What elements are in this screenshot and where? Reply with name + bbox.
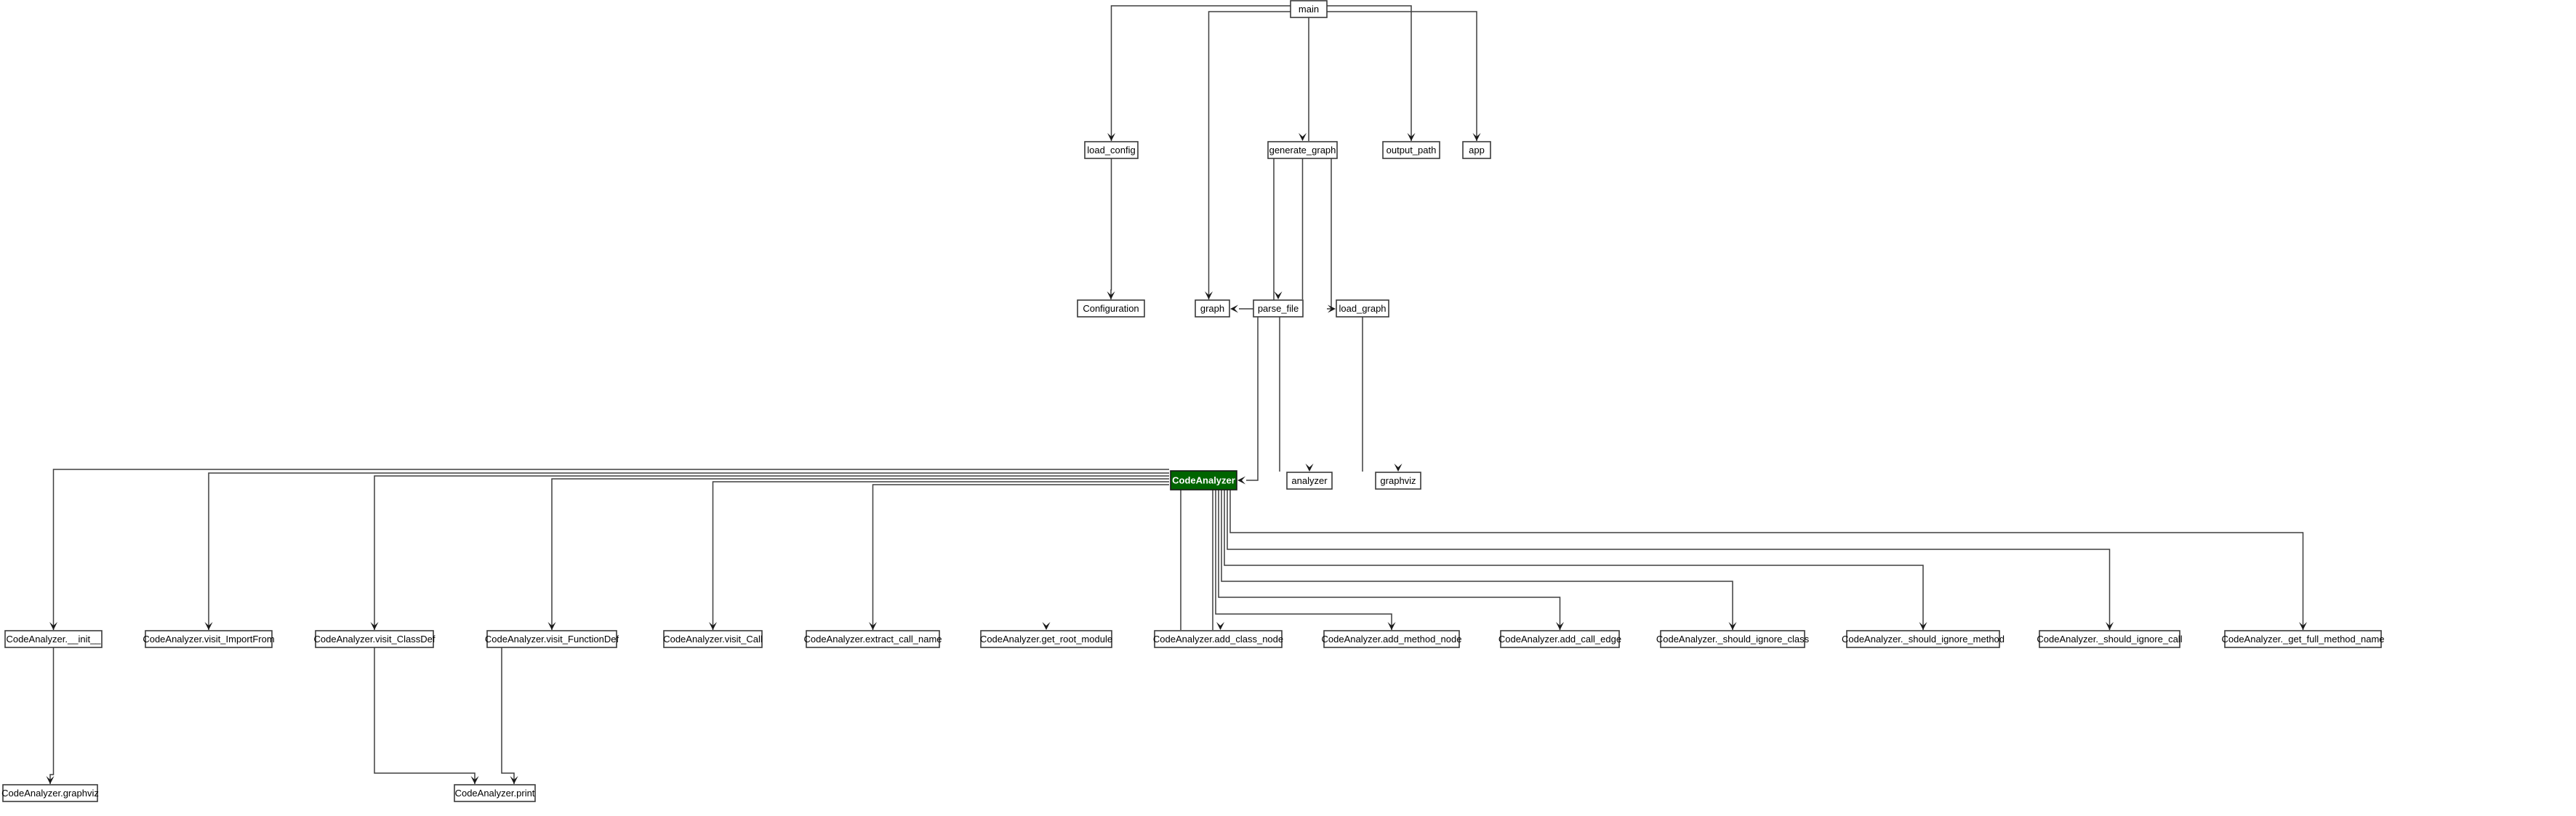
node-CodeAnalyzer[interactable]: CodeAnalyzer (1170, 470, 1237, 490)
graph-canvas: main load_config generate_graph output_path… (1, 0, 2385, 802)
edge-load_config-Configuration (1110, 158, 1112, 299)
node-visit_ClassDef[interactable]: CodeAnalyzer.visit_ClassDef (314, 630, 436, 648)
node-visit_Call[interactable]: CodeAnalyzer.visit_Call (663, 630, 763, 648)
node-box-app[interactable] (1462, 141, 1491, 159)
edge-CodeAnalyzer-visit_ImportFrom (208, 472, 1169, 630)
nodes-layer: main load_config generate_graph output_path… (1, 0, 2385, 802)
edge-visit_ClassDef-print (374, 647, 476, 784)
node-box-analyzer[interactable] (1286, 472, 1333, 490)
node-add_method_node[interactable]: CodeAnalyzer.add_method_node (1322, 630, 1462, 648)
edge-CodeAnalyzer-should_ignore_method (1224, 490, 1924, 630)
node-box-should_ignore_method[interactable] (1846, 630, 2000, 648)
node-box-output_path[interactable] (1382, 141, 1440, 159)
node-box-load_graph[interactable] (1336, 299, 1389, 318)
call-graph-diagram: main load_config generate_graph output_path… (0, 0, 2576, 816)
node-visit_FunctionDef[interactable]: CodeAnalyzer.visit_FunctionDef (485, 630, 619, 648)
node-extract_call_name[interactable]: CodeAnalyzer.extract_call_name (803, 630, 942, 648)
node-box-get_root_module[interactable] (980, 630, 1112, 648)
edge-CodeAnalyzer-extract_call_name (872, 484, 1169, 630)
node-graphviz[interactable]: graphviz (1375, 472, 1421, 490)
node-analyzer[interactable]: analyzer (1286, 472, 1333, 490)
node-box-parse_file[interactable] (1253, 299, 1304, 318)
node-app[interactable]: app (1462, 141, 1491, 159)
node-box-add_call_edge[interactable] (1500, 630, 1620, 648)
node-box-graphviz[interactable] (1375, 472, 1421, 490)
node-box-Configuration[interactable] (1077, 299, 1145, 318)
node-box-graph[interactable] (1195, 299, 1230, 318)
edge-CodeAnalyzer-should_ignore_class (1221, 490, 1733, 630)
edges-layer (46, 5, 2307, 784)
node-box-init[interactable] (4, 630, 103, 648)
edge-parse_file-CodeAnalyzer (1246, 317, 1259, 481)
node-get_root_module[interactable]: CodeAnalyzer.get_root_module (980, 630, 1112, 648)
edge-CodeAnalyzer-add_call_edge (1218, 490, 1561, 630)
node-box-print_method[interactable] (454, 784, 536, 802)
node-load_config[interactable]: load_config (1084, 141, 1139, 159)
node-box-visit_ClassDef[interactable] (315, 630, 434, 648)
node-box-main[interactable] (1290, 0, 1328, 18)
node-graph[interactable]: graph (1195, 299, 1230, 318)
node-parse_file[interactable]: parse_file (1253, 299, 1304, 318)
node-box-graphviz_method[interactable] (2, 784, 98, 802)
arrow-graphviz (1394, 464, 1403, 472)
node-box-load_config[interactable] (1084, 141, 1139, 159)
edge-CodeAnalyzer-visit_FunctionDef (551, 478, 1169, 630)
arrow-analyzer (1305, 464, 1314, 472)
node-box-generate_graph[interactable] (1267, 141, 1338, 159)
node-should_ignore_call[interactable]: CodeAnalyzer._should_ignore_call (2037, 630, 2183, 648)
node-box-add_class_node[interactable] (1154, 630, 1283, 648)
edge-CodeAnalyzer-should_ignore_call (1227, 490, 2111, 630)
node-add_class_node[interactable]: CodeAnalyzer.add_class_node (1153, 630, 1283, 648)
edge-main-output_path (1327, 5, 1412, 141)
node-box-extract_call_name[interactable] (806, 630, 940, 648)
node-box-get_full_method_name[interactable] (2224, 630, 2382, 648)
node-main[interactable]: main (1290, 0, 1328, 18)
arrow-add_class_node (1216, 622, 1224, 630)
node-box-visit_ImportFrom[interactable] (145, 630, 273, 648)
edge-CodeAnalyzer-get_full_method_name (1229, 490, 2304, 630)
node-output_path[interactable]: output_path (1382, 141, 1440, 159)
node-add_call_edge[interactable]: CodeAnalyzer.add_call_edge (1498, 630, 1621, 648)
node-should_ignore_method[interactable]: CodeAnalyzer._should_ignore_method (1842, 630, 2005, 648)
edge-CodeAnalyzer-visit_ClassDef (374, 475, 1169, 630)
node-visit_ImportFrom[interactable]: CodeAnalyzer.visit_ImportFrom (143, 630, 275, 648)
edge-CodeAnalyzer-init (52, 469, 1169, 630)
arrow-get_root_module (1042, 622, 1051, 630)
node-box-should_ignore_call[interactable] (2039, 630, 2180, 648)
edge-generate_graph-graph (1239, 158, 1275, 310)
edge-main-load_config (1110, 5, 1291, 141)
arrow-generate_graph (1299, 133, 1307, 141)
edge-visit_FunctionDef-print (501, 647, 515, 784)
edge-generate_graph-load_graph (1327, 158, 1332, 310)
node-box-CodeAnalyzer[interactable] (1170, 470, 1237, 490)
node-print_method[interactable]: CodeAnalyzer.print (454, 784, 536, 802)
node-Configuration[interactable]: Configuration (1077, 299, 1145, 318)
node-box-add_method_node[interactable] (1323, 630, 1460, 648)
node-should_ignore_class[interactable]: CodeAnalyzer._should_ignore_class (1656, 630, 1810, 648)
node-box-visit_Call[interactable] (663, 630, 763, 648)
edge-CodeAnalyzer-add_method_node (1215, 490, 1392, 630)
node-load_graph[interactable]: load_graph (1336, 299, 1389, 318)
node-box-should_ignore_class[interactable] (1660, 630, 1805, 648)
node-init[interactable]: CodeAnalyzer.__init__ (4, 630, 103, 648)
arrow-parse_file (1274, 291, 1283, 299)
node-box-visit_FunctionDef[interactable] (486, 630, 617, 648)
edge-CodeAnalyzer-visit_Call (712, 481, 1169, 630)
edge-init-graphviz_method (49, 647, 55, 784)
node-generate_graph[interactable]: generate_graph (1267, 141, 1338, 159)
node-graphviz_method[interactable]: CodeAnalyzer.graphviz (1, 784, 99, 802)
node-get_full_method_name[interactable]: CodeAnalyzer._get_full_method_name (2221, 630, 2385, 648)
arrow-CodeAnalyzer (1237, 476, 1245, 485)
edge-main-app (1327, 11, 1477, 141)
arrow-graph-from-generate_graph (1230, 304, 1238, 313)
